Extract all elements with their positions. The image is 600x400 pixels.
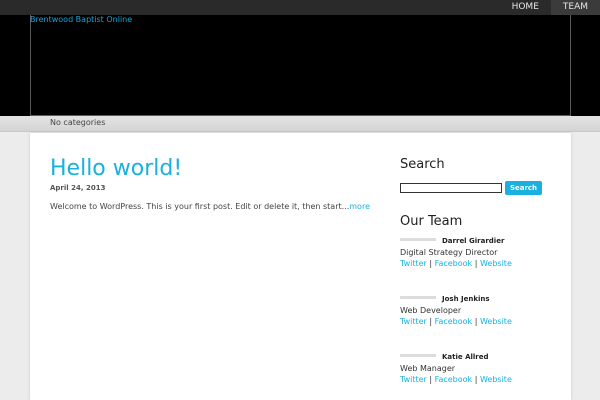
member-links: Twitter | Facebook | Website <box>400 375 512 384</box>
member-photo <box>400 296 436 299</box>
team-widget-title: Our Team <box>400 214 463 229</box>
post-date: April 24, 2013 <box>50 184 106 192</box>
post-excerpt: Welcome to WordPress. This is your first… <box>50 202 370 211</box>
nav-home[interactable]: HOME <box>500 0 551 15</box>
category-text: No categories <box>50 118 106 127</box>
member-role: Web Manager <box>400 364 456 373</box>
website-link[interactable]: Website <box>480 259 512 268</box>
member-name: Katie Allred <box>442 353 489 361</box>
link-separator: | <box>426 375 435 384</box>
member-name: Josh Jenkins <box>442 295 490 303</box>
read-more-link[interactable]: more <box>349 202 370 211</box>
category-bar: No categories <box>0 116 600 132</box>
website-link[interactable]: Website <box>480 375 512 384</box>
member-links: Twitter | Facebook | Website <box>400 317 512 326</box>
search-button[interactable]: Search <box>505 181 542 195</box>
header-banner <box>30 15 571 116</box>
search-input[interactable] <box>400 183 502 193</box>
site-header: Brentwood Baptist Online <box>0 15 600 116</box>
twitter-link[interactable]: Twitter <box>400 317 427 326</box>
member-role: Web Developer <box>400 306 462 315</box>
member-role: Digital Strategy Director <box>400 248 498 257</box>
link-separator: | <box>472 259 480 268</box>
link-separator: | <box>426 317 435 326</box>
site-title-link[interactable]: Brentwood Baptist Online <box>30 15 132 25</box>
post-title[interactable]: Hello world! <box>50 156 182 181</box>
nav-team[interactable]: TEAM <box>550 0 600 15</box>
website-link[interactable]: Website <box>480 317 512 326</box>
facebook-link[interactable]: Facebook <box>435 317 473 326</box>
search-widget-title: Search <box>400 157 445 172</box>
member-name: Darrel Girardier <box>442 237 505 245</box>
facebook-link[interactable]: Facebook <box>435 259 473 268</box>
member-photo <box>400 354 436 357</box>
link-separator: | <box>472 375 480 384</box>
twitter-link[interactable]: Twitter <box>400 259 427 268</box>
twitter-link[interactable]: Twitter <box>400 375 427 384</box>
member-photo <box>400 238 436 241</box>
main-nav: HOME TEAM <box>500 0 600 15</box>
member-links: Twitter | Facebook | Website <box>400 259 512 268</box>
post-excerpt-text: Welcome to WordPress. This is your first… <box>50 202 350 211</box>
link-separator: | <box>472 317 480 326</box>
link-separator: | <box>426 259 435 268</box>
top-navigation-bar: HOME TEAM <box>0 0 600 15</box>
facebook-link[interactable]: Facebook <box>435 375 473 384</box>
main-content: Hello world! April 24, 2013 Welcome to W… <box>30 133 571 400</box>
